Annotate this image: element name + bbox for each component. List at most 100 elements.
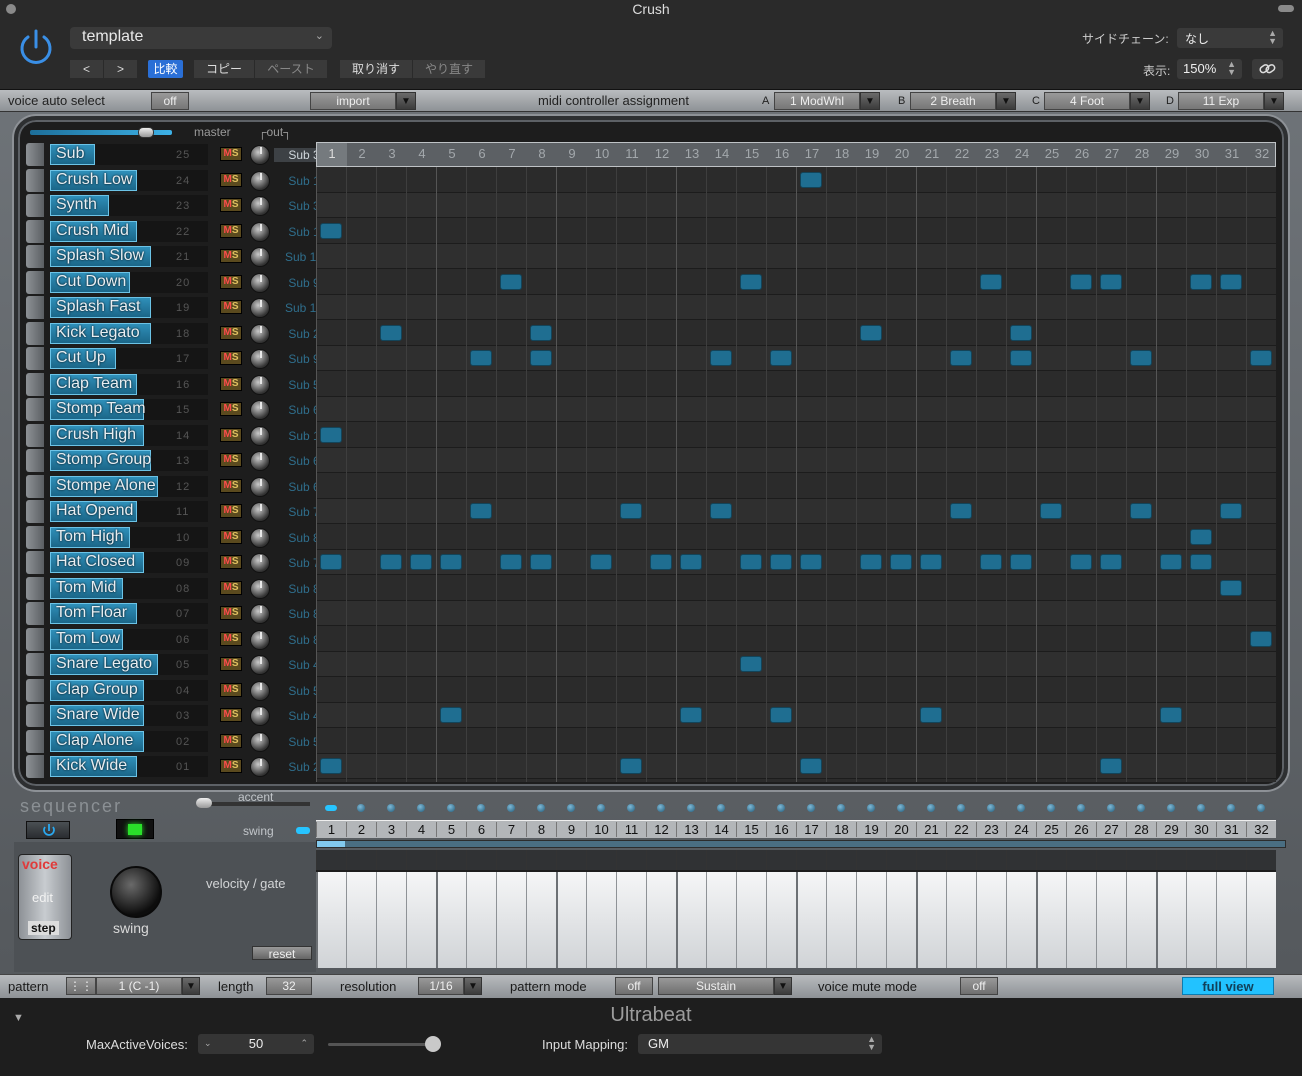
sequencer-step-number[interactable]: 5 [436, 822, 466, 837]
step-trigger[interactable] [1160, 707, 1182, 723]
sequencer-step-number[interactable]: 27 [1096, 822, 1126, 837]
voice-row[interactable]: Hat Opend 11 MS Sub 7 [26, 499, 320, 524]
next-preset-button[interactable]: > [104, 60, 137, 78]
swing-knob[interactable] [110, 866, 162, 918]
zoom-select[interactable]: 150% ▲ ▼ [1177, 59, 1242, 79]
voice-tab[interactable] [26, 449, 44, 472]
velocity-bar[interactable] [766, 872, 796, 968]
step-trigger[interactable] [410, 554, 432, 570]
step-trigger[interactable] [320, 554, 342, 570]
voice-tab[interactable] [26, 755, 44, 778]
gate-cell[interactable] [1096, 850, 1126, 870]
voice-pan-knob[interactable] [250, 553, 270, 573]
voice-tab[interactable] [26, 321, 44, 345]
gate-cell[interactable] [976, 850, 1006, 870]
step-trigger[interactable] [710, 503, 732, 519]
sequencer-step-number[interactable]: 30 [1186, 822, 1216, 837]
accent-toggle[interactable] [1017, 804, 1025, 812]
sequencer-step-number[interactable]: 25 [1036, 822, 1066, 837]
sequencer-step-number[interactable]: 32 [1246, 822, 1276, 837]
voice-pan-knob[interactable] [250, 247, 270, 267]
accent-toggle[interactable] [807, 804, 815, 812]
step-trigger[interactable] [500, 554, 522, 570]
step-trigger[interactable] [530, 324, 552, 341]
voice-tab[interactable] [26, 219, 44, 243]
voice-pan-knob[interactable] [250, 170, 270, 191]
accent-toggle[interactable] [777, 804, 785, 812]
mute-solo-buttons[interactable]: MS [220, 733, 242, 748]
slot-b-arrow[interactable]: ▼ [996, 92, 1016, 110]
voice-pan-knob[interactable] [250, 629, 270, 650]
step-trigger[interactable] [380, 554, 402, 570]
link-button[interactable] [1252, 59, 1283, 79]
voice-row[interactable]: Kick Wide 01 MS Sub 2 [26, 754, 320, 779]
voice-tab[interactable] [26, 270, 44, 294]
mute-solo-buttons[interactable]: MS [220, 172, 242, 187]
step-trigger[interactable] [440, 554, 462, 570]
step-trigger[interactable] [1130, 503, 1152, 519]
copy-button[interactable]: コピー [194, 60, 254, 78]
step-trigger[interactable] [890, 554, 912, 570]
voice-tab[interactable] [26, 627, 44, 651]
sequencer-step-number[interactable]: 10 [586, 822, 616, 837]
step-trigger[interactable] [770, 350, 792, 366]
step-trigger[interactable] [680, 707, 702, 723]
mute-solo-buttons[interactable]: MS [220, 223, 242, 238]
step-trigger[interactable] [680, 554, 702, 570]
slot-d-arrow[interactable]: ▼ [1264, 92, 1284, 110]
gate-cell[interactable] [946, 850, 976, 870]
accent-toggle[interactable] [1197, 804, 1205, 812]
pattern-menu-arrow[interactable]: ▼ [182, 977, 200, 995]
max-active-voices-slider-thumb[interactable] [425, 1036, 441, 1052]
step-trigger[interactable] [1130, 350, 1152, 366]
voice-tab[interactable] [26, 500, 44, 523]
mute-solo-buttons[interactable]: MS [220, 198, 242, 212]
voice-pan-knob[interactable] [250, 502, 270, 522]
voice-tab[interactable] [26, 347, 44, 370]
sustain-value[interactable]: Sustain [658, 977, 774, 995]
velocity-bar[interactable] [556, 872, 586, 968]
voice-auto-select-toggle[interactable]: off [151, 92, 189, 110]
voice-pan-knob[interactable] [250, 196, 270, 216]
voice-tab[interactable] [26, 602, 44, 625]
velocity-bar[interactable] [916, 872, 946, 968]
accent-toggle[interactable] [537, 804, 545, 812]
sequencer-step-number[interactable]: 24 [1006, 822, 1036, 837]
voice-tab[interactable] [26, 143, 44, 166]
voice-row[interactable]: Hat Closed 09 MS Sub 7 [26, 550, 320, 575]
preset-selector[interactable]: template ⌄ [70, 27, 332, 49]
accent-slider[interactable] [198, 802, 310, 806]
mute-solo-buttons[interactable]: MS [220, 657, 242, 671]
voice-pan-knob[interactable] [250, 731, 270, 752]
accent-toggle[interactable] [597, 804, 605, 812]
mute-solo-buttons[interactable]: MS [220, 580, 242, 595]
sequencer-step-number[interactable]: 22 [946, 822, 976, 837]
voice-pan-knob[interactable] [250, 451, 270, 471]
accent-slider-handle[interactable] [196, 798, 212, 808]
voice-row[interactable]: Tom Mid 08 MS Sub 8 [26, 576, 320, 601]
voice-row[interactable]: Stomp Group 13 MS Sub 6 [26, 448, 320, 473]
sequencer-step-number[interactable]: 16 [766, 822, 796, 837]
sequencer-step-number[interactable]: 9 [556, 822, 586, 837]
mode-step[interactable]: step [28, 921, 59, 935]
voice-row[interactable]: Tom Floar 07 MS Sub 8 [26, 601, 320, 626]
voice-tab[interactable] [26, 372, 44, 396]
accent-toggle[interactable] [1167, 804, 1175, 812]
voice-row[interactable]: Kick Legato 18 MS Sub 2 [26, 321, 320, 346]
accent-toggle[interactable] [1257, 804, 1265, 812]
step-trigger[interactable] [950, 350, 972, 366]
velocity-bar[interactable] [346, 872, 376, 968]
slot-c-arrow[interactable]: ▼ [1130, 92, 1150, 110]
step-trigger[interactable] [1010, 324, 1032, 341]
voice-row[interactable]: Crush Low 24 MS Sub 1 [26, 168, 320, 193]
mute-solo-buttons[interactable]: MS [220, 631, 242, 646]
voice-tab[interactable] [26, 296, 44, 319]
accent-toggle[interactable] [417, 804, 425, 812]
step-trigger[interactable] [1220, 579, 1242, 596]
gate-cell[interactable] [616, 850, 646, 870]
gate-cell[interactable] [436, 850, 466, 870]
accent-toggle[interactable] [957, 804, 965, 812]
sequencer-step-number[interactable]: 11 [616, 822, 646, 837]
velocity-bar[interactable] [1216, 872, 1246, 968]
velocity-bar[interactable] [436, 872, 466, 968]
